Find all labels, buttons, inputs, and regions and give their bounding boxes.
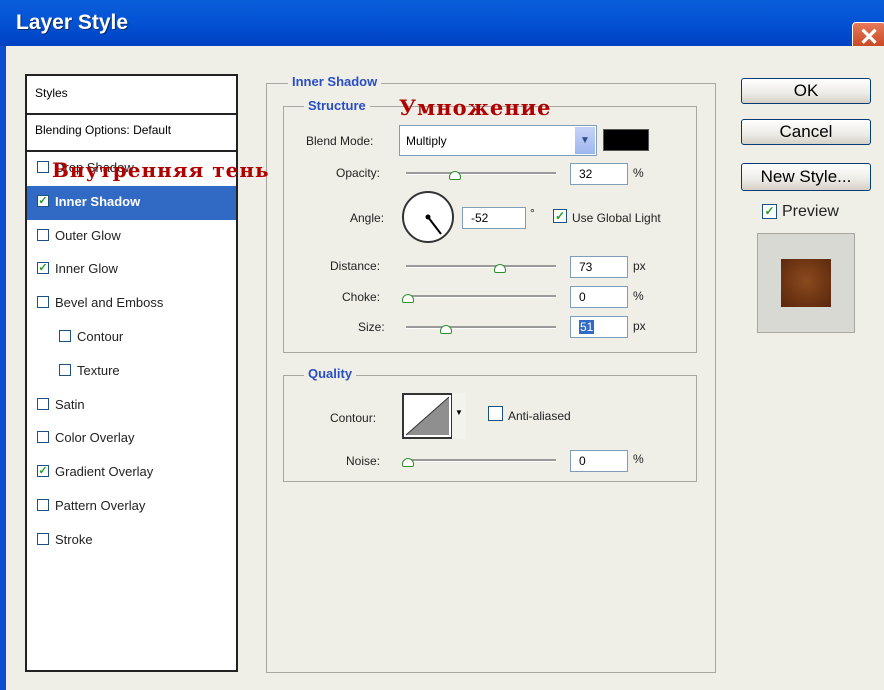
style-checkbox[interactable] — [37, 499, 49, 511]
choke-unit: % — [633, 289, 644, 303]
noise-label: Noise: — [346, 454, 381, 468]
style-checkbox[interactable]: ✓ — [37, 194, 49, 207]
angle-input[interactable]: -52 — [462, 207, 526, 229]
blend-mode-select[interactable]: Multiply ▼ — [399, 125, 597, 156]
choke-label: Choke: — [342, 290, 381, 304]
contour-dropdown-arrow-icon[interactable]: ▼ — [451, 393, 466, 439]
style-item-label: Bevel and Emboss — [55, 295, 164, 311]
style-item-label: Satin — [55, 396, 85, 412]
styles-header[interactable]: Styles — [27, 76, 236, 115]
style-preview — [757, 233, 855, 333]
distance-unit: px — [633, 259, 646, 273]
opacity-unit: % — [633, 166, 644, 180]
new-style-button[interactable]: New Style... — [741, 163, 871, 191]
style-item-label: Texture — [77, 362, 120, 378]
chevron-down-icon[interactable]: ▼ — [574, 127, 595, 154]
distance-slider[interactable] — [406, 265, 556, 268]
style-item-satin[interactable]: Satin — [27, 389, 236, 423]
blending-options-label: Blending Options: Default — [35, 123, 172, 137]
preview-checkbox[interactable]: ✓ — [762, 204, 777, 219]
angle-dial[interactable] — [402, 191, 454, 243]
noise-input[interactable]: 0 — [570, 450, 628, 472]
anti-aliased-label: Anti-aliased — [508, 409, 571, 423]
style-item-inner-glow[interactable]: ✓ Inner Glow — [27, 253, 236, 287]
annotation-multiply: Умножение — [399, 95, 552, 120]
layer-style-dialog: Layer Style ✕ Styles Blending Options: D… — [0, 0, 884, 690]
opacity-label: Opacity: — [336, 166, 381, 180]
annotation-inner-shadow: Внутренняя тень — [52, 158, 270, 182]
style-checkbox[interactable] — [37, 228, 49, 241]
angle-label: Angle: — [350, 211, 385, 225]
blend-mode-value: Multiply — [406, 134, 447, 148]
style-item-stroke[interactable]: Stroke — [27, 524, 236, 558]
style-item-label: Inner Shadow — [55, 193, 141, 209]
style-checkbox[interactable] — [59, 363, 71, 376]
size-slider[interactable] — [406, 326, 556, 329]
style-item-bevel-and-emboss[interactable]: Bevel and Emboss — [27, 287, 236, 321]
opacity-slider[interactable] — [406, 172, 556, 175]
style-item-gradient-overlay[interactable]: ✓ Gradient Overlay — [27, 456, 236, 490]
style-checkbox[interactable]: ✓ — [37, 465, 49, 478]
opacity-input[interactable]: 32 — [570, 163, 628, 185]
distance-input[interactable]: 73 — [570, 256, 628, 278]
size-label: Size: — [358, 320, 385, 334]
styles-header-label: Styles — [35, 86, 68, 100]
style-item-label: Pattern Overlay — [55, 498, 146, 513]
style-item-outer-glow[interactable]: Outer Glow — [27, 220, 236, 254]
style-item-label: Outer Glow — [55, 227, 121, 243]
style-item-pattern-overlay[interactable]: Pattern Overlay — [27, 490, 236, 524]
cancel-button[interactable]: Cancel — [741, 119, 871, 145]
style-item-color-overlay[interactable]: Color Overlay — [27, 422, 236, 456]
size-unit: px — [633, 319, 646, 333]
style-preview-swatch — [781, 259, 831, 307]
style-item-inner-shadow[interactable]: ✓ Inner Shadow — [27, 185, 236, 220]
size-input-selected-text: 51 — [579, 320, 595, 334]
noise-unit: % — [633, 452, 644, 466]
size-input[interactable]: 51 — [570, 316, 628, 338]
choke-input[interactable]: 0 — [570, 286, 628, 308]
style-checkbox[interactable]: ✓ — [37, 262, 49, 275]
preview-label: Preview — [782, 203, 839, 220]
angle-needle-icon — [425, 214, 442, 235]
style-checkbox[interactable] — [59, 330, 71, 342]
style-item-contour[interactable]: Contour — [27, 321, 236, 355]
style-item-label: Contour — [77, 329, 124, 344]
distance-label: Distance: — [330, 259, 381, 273]
style-item-label: Inner Glow — [55, 261, 118, 277]
style-checkbox[interactable] — [37, 532, 49, 545]
style-item-label: Color Overlay — [55, 430, 135, 446]
choke-slider[interactable] — [406, 295, 556, 298]
blend-mode-label: Blend Mode: — [306, 134, 374, 148]
title-bar: Layer Style ✕ — [0, 0, 884, 54]
anti-aliased-checkbox[interactable] — [488, 406, 503, 421]
window-title: Layer Style — [16, 11, 129, 34]
ok-button[interactable]: OK — [741, 78, 871, 104]
use-global-light-label: Use Global Light — [572, 211, 661, 225]
style-item-label: Gradient Overlay — [55, 464, 154, 480]
contour-label: Contour: — [330, 411, 377, 425]
degree-symbol: ° — [530, 206, 535, 220]
noise-slider[interactable] — [406, 459, 556, 462]
structure-title: Structure — [304, 98, 370, 113]
blending-options-item[interactable]: Blending Options: Default — [27, 113, 236, 152]
use-global-light-checkbox[interactable]: ✓ — [553, 209, 567, 223]
style-item-label: Stroke — [55, 531, 93, 547]
shadow-color-swatch[interactable] — [603, 129, 649, 151]
style-checkbox[interactable] — [37, 431, 49, 444]
style-checkbox[interactable] — [37, 397, 49, 410]
style-item-texture[interactable]: Texture — [27, 355, 236, 389]
inner-shadow-title: Inner Shadow — [288, 74, 382, 89]
style-checkbox[interactable] — [37, 296, 49, 309]
linear-contour-icon — [405, 396, 450, 436]
quality-title: Quality — [304, 366, 357, 381]
style-checkbox[interactable] — [37, 161, 49, 173]
